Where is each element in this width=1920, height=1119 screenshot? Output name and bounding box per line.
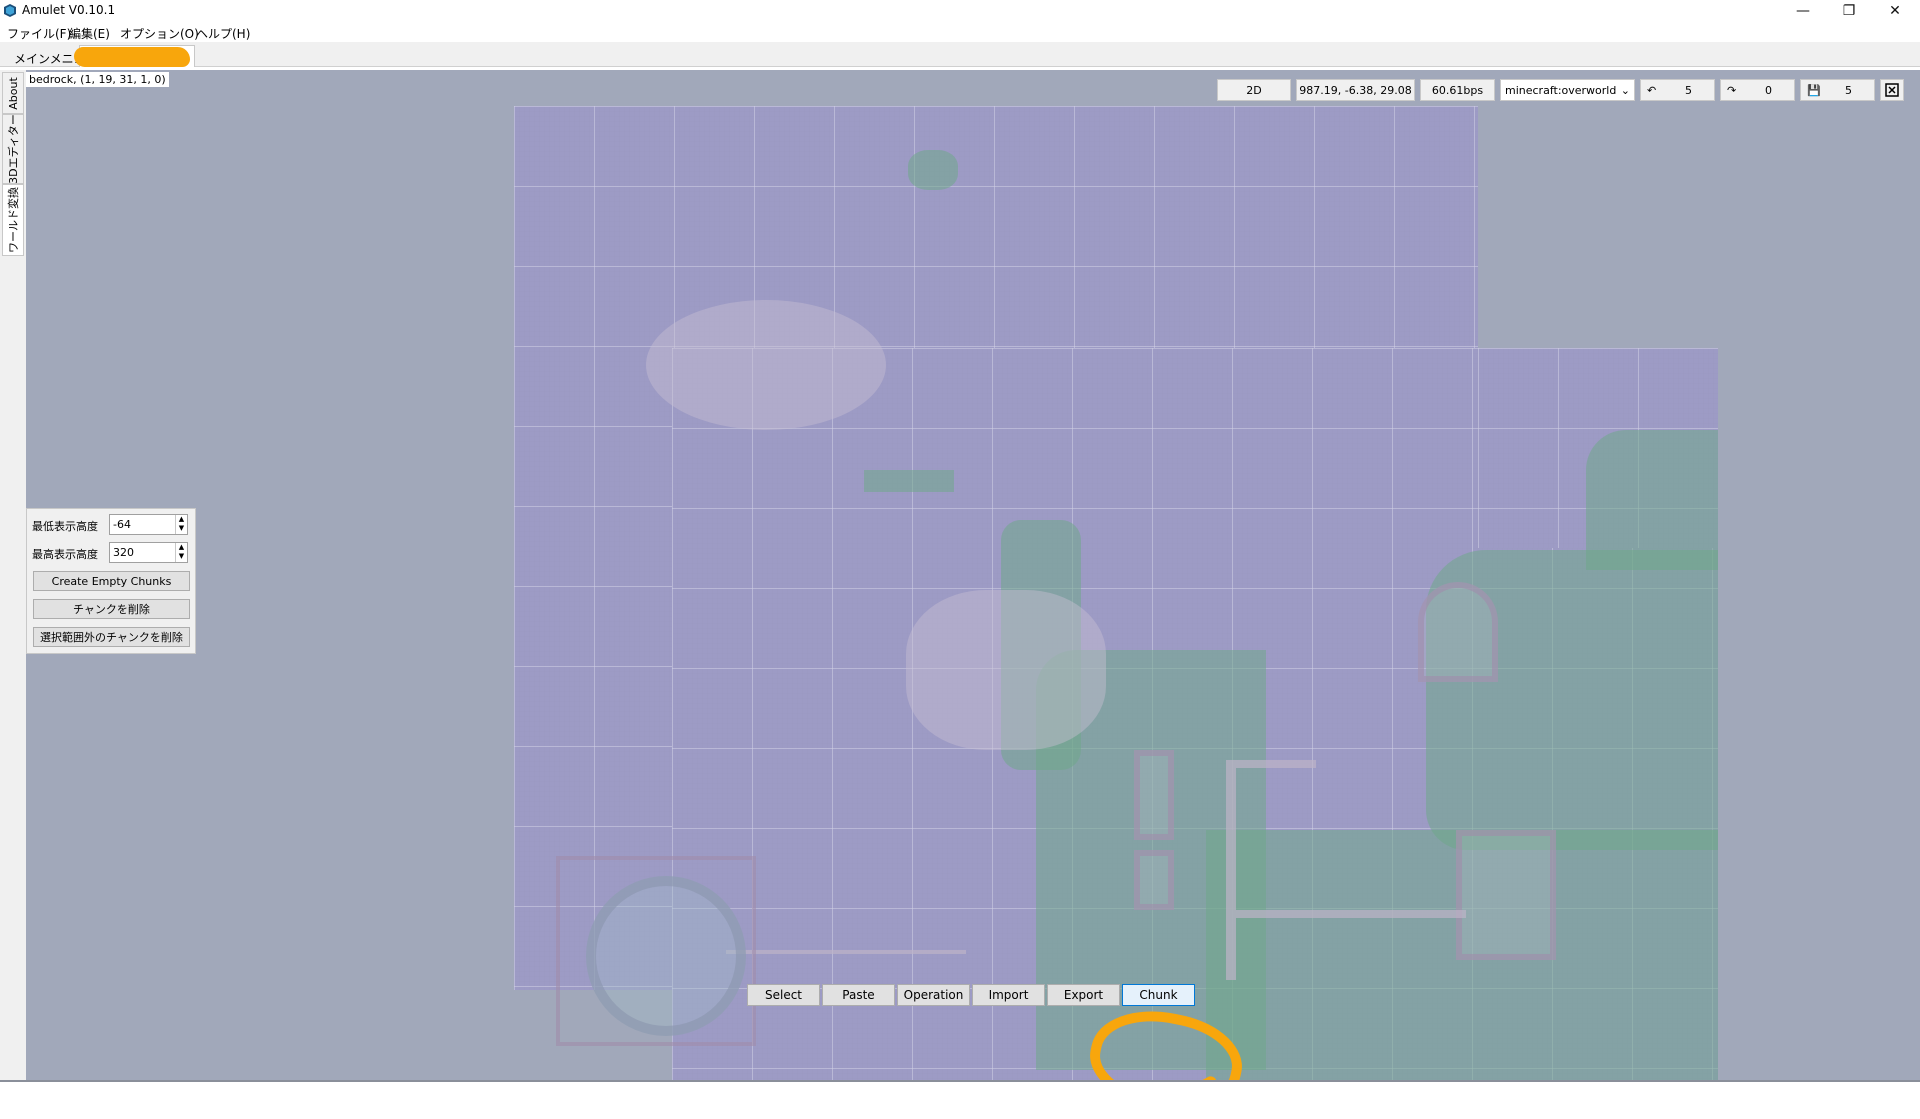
spinner-arrows-icon[interactable]: ▲ ▼: [175, 515, 187, 534]
minimize-button[interactable]: —: [1780, 0, 1826, 22]
amulet-logo-icon: [4, 4, 16, 17]
terrain-patch: [864, 470, 954, 492]
structure-outline: [1456, 830, 1556, 960]
undo-icon: ↶: [1647, 83, 1657, 97]
path-segment: [1226, 760, 1236, 980]
dimension-select[interactable]: minecraft:overworld ⌄: [1500, 79, 1635, 101]
dimension-select-value: minecraft:overworld: [1505, 83, 1617, 97]
spinner-arrows-icon[interactable]: ▲ ▼: [175, 543, 187, 562]
side-tab-strip: About 3Dエディター ワールド変換: [0, 70, 26, 1080]
side-tab-3d-editor-label: 3Dエディター: [7, 114, 21, 184]
save-count: 5: [1845, 83, 1852, 97]
save-button[interactable]: 💾 5: [1800, 79, 1875, 101]
max-height-label: 最高表示高度: [32, 548, 98, 561]
view-mode-toggle[interactable]: 2D: [1217, 79, 1291, 101]
max-height-input[interactable]: 320 ▲ ▼: [109, 542, 188, 563]
tool-import-button[interactable]: Import: [972, 984, 1045, 1006]
tool-select-button[interactable]: Select: [747, 984, 820, 1006]
window-title: Amulet V0.10.1: [22, 3, 116, 17]
side-tab-about-label: About: [6, 76, 20, 110]
menu-file[interactable]: ファイル(F): [7, 25, 71, 42]
menu-options[interactable]: オプション(O): [120, 25, 199, 42]
redo-icon: ↷: [1727, 83, 1737, 97]
speed-readout[interactable]: 60.61bps: [1420, 79, 1495, 101]
tool-export-button[interactable]: Export: [1047, 984, 1120, 1006]
close-world-button[interactable]: [1880, 79, 1904, 101]
chunk-options-panel: 最低表示高度 -64 ▲ ▼ 最高表示高度 320 ▲ ▼ Create Empty…: [26, 508, 196, 654]
menu-bar: ファイル(F) 編集(E) オプション(O) ヘルプ(H): [0, 22, 1920, 42]
menu-edit[interactable]: 編集(E): [69, 25, 110, 42]
tool-paste-button[interactable]: Paste: [822, 984, 895, 1006]
path-segment: [1236, 760, 1316, 768]
coordinates-readout[interactable]: 987.19, -6.38, 29.08: [1296, 79, 1415, 101]
structure-outline: [556, 856, 756, 1046]
path-segment: [726, 950, 966, 954]
status-area: [0, 1080, 1920, 1119]
min-height-input[interactable]: -64 ▲ ▼: [109, 514, 188, 535]
map-viewport[interactable]: bedrock, (1, 19, 31, 1, 0) 2D 987.19, -6…: [26, 70, 1920, 1080]
redaction-scribble: [74, 47, 190, 67]
tab-strip: メインメニュー: [0, 42, 1920, 67]
tool-operation-button[interactable]: Operation: [897, 984, 970, 1006]
tool-chunk-button[interactable]: Chunk: [1122, 984, 1195, 1006]
min-height-label: 最低表示高度: [32, 520, 98, 533]
save-icon: 💾: [1807, 83, 1821, 97]
close-box-icon: [1885, 83, 1899, 97]
create-empty-chunks-button[interactable]: Create Empty Chunks: [33, 571, 190, 591]
terrain-patch: [908, 150, 958, 190]
path-segment: [1236, 910, 1466, 918]
title-bar: Amulet V0.10.1 — ❐ ✕: [0, 0, 1920, 22]
menu-help[interactable]: ヘルプ(H): [196, 25, 250, 42]
maximize-button[interactable]: ❐: [1826, 0, 1872, 22]
terrain-patch: [1586, 430, 1718, 570]
structure-outline: [1418, 582, 1498, 682]
structure-outline: [1134, 850, 1174, 910]
terrain-patch: [646, 300, 886, 430]
delete-outside-chunks-button[interactable]: 選択範囲外のチャンクを削除: [33, 627, 190, 647]
side-tab-world-convert[interactable]: ワールド変換: [2, 184, 24, 256]
terrain-patch: [906, 590, 1106, 750]
side-tab-about[interactable]: About: [2, 72, 24, 114]
side-tab-world-convert-label: ワールド変換: [7, 187, 20, 253]
max-height-value: 320: [113, 546, 134, 559]
min-height-value: -64: [113, 518, 131, 531]
redo-button[interactable]: ↷ 0: [1720, 79, 1795, 101]
undo-button[interactable]: ↶ 5: [1640, 79, 1715, 101]
chevron-down-icon: ⌄: [1620, 83, 1630, 97]
side-tab-3d-editor[interactable]: 3Dエディター: [2, 114, 24, 184]
close-window-button[interactable]: ✕: [1872, 0, 1918, 22]
redo-count: 0: [1765, 83, 1772, 97]
delete-chunks-button[interactable]: チャンクを削除: [33, 599, 190, 619]
block-info-label: bedrock, (1, 19, 31, 1, 0): [26, 72, 169, 87]
structure-outline: [1134, 750, 1174, 840]
undo-count: 5: [1685, 83, 1692, 97]
